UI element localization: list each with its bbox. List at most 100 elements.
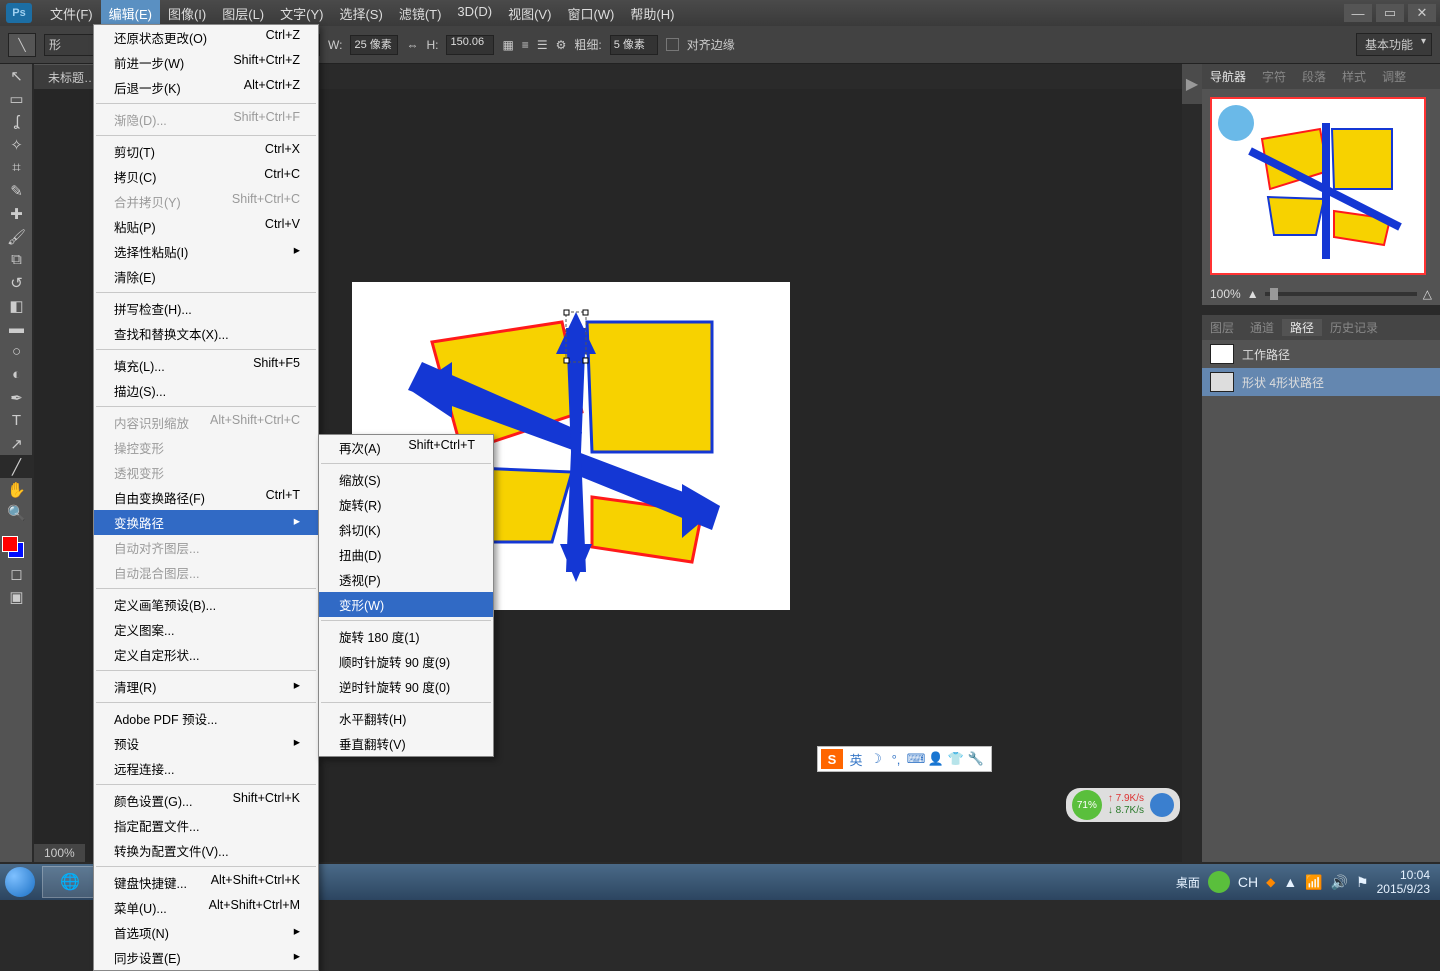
layer-tab-2[interactable]: 路径 — [1282, 319, 1322, 336]
transform-item-0[interactable]: 再次(A)Shift+Ctrl+T — [319, 435, 493, 460]
eraser-tool-icon[interactable]: ◧ — [0, 294, 33, 317]
stamp-tool-icon[interactable]: ⧉ — [0, 248, 33, 271]
edit-menu-item-35[interactable]: 远程连接... — [94, 756, 318, 781]
nav-tab-0[interactable]: 导航器 — [1202, 68, 1254, 85]
start-button[interactable] — [0, 864, 40, 900]
blur-tool-icon[interactable]: ○ — [0, 340, 33, 363]
transform-item-3[interactable]: 旋转(R) — [319, 492, 493, 517]
crop-tool-icon[interactable]: ⌗ — [0, 156, 33, 179]
path-select-tool-icon[interactable]: ↗ — [0, 432, 33, 455]
edit-menu-item-39[interactable]: 转换为配置文件(V)... — [94, 838, 318, 863]
transform-item-10[interactable]: 顺时针旋转 90 度(9) — [319, 649, 493, 674]
close-button[interactable]: ✕ — [1408, 4, 1436, 22]
path-ops-icon[interactable]: ▦ — [502, 38, 513, 52]
edit-menu-item-28[interactable]: 定义图案... — [94, 617, 318, 642]
ime-punct-icon[interactable]: °, — [886, 749, 906, 769]
minimize-button[interactable]: — — [1344, 4, 1372, 22]
edit-menu-item-11[interactable]: 清除(E) — [94, 264, 318, 289]
zoom-out-icon[interactable]: ▲ — [1247, 287, 1259, 301]
zoom-tool-icon[interactable]: 🔍 — [0, 501, 33, 524]
edit-menu-item-22[interactable]: 自由变换路径(F)Ctrl+T — [94, 485, 318, 510]
navigator-thumbnail[interactable] — [1210, 97, 1426, 275]
marquee-tool-icon[interactable]: ▭ — [0, 87, 33, 110]
tray-clock[interactable]: 10:04 2015/9/23 — [1377, 868, 1430, 896]
weight-input[interactable]: 5 像素 — [610, 35, 658, 55]
edit-menu-item-38[interactable]: 指定配置文件... — [94, 813, 318, 838]
edit-menu-item-44[interactable]: 同步设置(E) — [94, 945, 318, 970]
play-action-icon[interactable]: ▶ — [1182, 64, 1202, 104]
edit-menu-item-0[interactable]: 还原状态更改(O)Ctrl+Z — [94, 25, 318, 50]
width-input[interactable]: 25 像素 — [350, 35, 398, 55]
edit-menu-item-31[interactable]: 清理(R) — [94, 674, 318, 699]
tray-net-icon[interactable]: 📶 — [1305, 874, 1322, 891]
height-input[interactable]: 150.06 — [446, 35, 494, 55]
menu-6[interactable]: 滤镜(T) — [391, 0, 450, 27]
edit-menu-item-23[interactable]: 变换路径 — [94, 510, 318, 535]
edit-menu-item-16[interactable]: 填充(L)...Shift+F5 — [94, 353, 318, 378]
tray-volume-icon[interactable]: 🔊 — [1331, 874, 1348, 891]
menu-0[interactable]: 文件(F) — [42, 0, 101, 27]
transform-item-11[interactable]: 逆时针旋转 90 度(0) — [319, 674, 493, 699]
wand-tool-icon[interactable]: ✧ — [0, 133, 33, 156]
edit-menu-item-33[interactable]: Adobe PDF 预设... — [94, 706, 318, 731]
edit-menu-item-41[interactable]: 键盘快捷键...Alt+Shift+Ctrl+K — [94, 870, 318, 895]
eyedropper-tool-icon[interactable]: ✎ — [0, 179, 33, 202]
nav-tab-2[interactable]: 段落 — [1294, 68, 1334, 85]
ime-shirt-icon[interactable]: 👕 — [946, 749, 966, 769]
edit-menu-item-27[interactable]: 定义画笔预设(B)... — [94, 592, 318, 617]
menu-5[interactable]: 选择(S) — [331, 0, 390, 27]
edit-menu-item-7[interactable]: 拷贝(C)Ctrl+C — [94, 164, 318, 189]
transform-item-13[interactable]: 水平翻转(H) — [319, 706, 493, 731]
ime-wrench-icon[interactable]: 🔧 — [966, 749, 986, 769]
edit-menu-item-1[interactable]: 前进一步(W)Shift+Ctrl+Z — [94, 50, 318, 75]
menu-8[interactable]: 视图(V) — [500, 0, 559, 27]
edit-menu-item-14[interactable]: 查找和替换文本(X)... — [94, 321, 318, 346]
fg-color-swatch[interactable] — [2, 536, 18, 552]
tray-orange-icon[interactable]: ◆ — [1266, 875, 1275, 889]
workspace-dropdown[interactable]: 基本功能 — [1356, 33, 1432, 56]
history-brush-tool-icon[interactable]: ↺ — [0, 271, 33, 294]
tray-action-icon[interactable]: ⚑ — [1356, 874, 1369, 891]
edit-menu-item-6[interactable]: 剪切(T)Ctrl+X — [94, 139, 318, 164]
menu-3[interactable]: 图层(L) — [214, 0, 272, 27]
healing-tool-icon[interactable]: ✚ — [0, 202, 33, 225]
edit-menu-item-2[interactable]: 后退一步(K)Alt+Ctrl+Z — [94, 75, 318, 100]
hand-tool-icon[interactable]: ✋ — [0, 478, 33, 501]
nav-tab-3[interactable]: 样式 — [1334, 68, 1374, 85]
layer-tab-0[interactable]: 图层 — [1202, 319, 1242, 336]
transform-item-9[interactable]: 旋转 180 度(1) — [319, 624, 493, 649]
path-row-1[interactable]: 形状 4形状路径 — [1202, 368, 1440, 396]
edit-menu-item-17[interactable]: 描边(S)... — [94, 378, 318, 403]
nav-tab-4[interactable]: 调整 — [1374, 68, 1414, 85]
ime-user-icon[interactable]: 👤 — [926, 749, 946, 769]
transform-item-14[interactable]: 垂直翻转(V) — [319, 731, 493, 756]
edit-menu-item-9[interactable]: 粘贴(P)Ctrl+V — [94, 214, 318, 239]
edit-menu-item-10[interactable]: 选择性粘贴(I) — [94, 239, 318, 264]
quickmask-icon[interactable]: ◻ — [0, 562, 33, 585]
link-icon[interactable]: ⇔ — [406, 38, 418, 52]
zoom-in-icon[interactable]: △ — [1423, 287, 1432, 301]
ime-keyboard-icon[interactable]: ⌨ — [906, 749, 926, 769]
path-align-icon[interactable]: ≡ — [522, 38, 529, 52]
edit-menu-item-43[interactable]: 首选项(N) — [94, 920, 318, 945]
nav-tab-1[interactable]: 字符 — [1254, 68, 1294, 85]
transform-item-7[interactable]: 变形(W) — [319, 592, 493, 617]
layer-tab-1[interactable]: 通道 — [1242, 319, 1282, 336]
menu-4[interactable]: 文字(Y) — [272, 0, 331, 27]
transform-item-5[interactable]: 扭曲(D) — [319, 542, 493, 567]
edit-menu-item-13[interactable]: 拼写检查(H)... — [94, 296, 318, 321]
edit-menu-item-37[interactable]: 颜色设置(G)...Shift+Ctrl+K — [94, 788, 318, 813]
ime-moon-icon[interactable]: ☽ — [866, 749, 886, 769]
maximize-button[interactable]: ▭ — [1376, 4, 1404, 22]
edit-menu-item-42[interactable]: 菜单(U)...Alt+Shift+Ctrl+M — [94, 895, 318, 920]
line-tool-icon[interactable]: ╲ — [8, 33, 36, 57]
task-browser-icon[interactable]: 🌐 — [42, 866, 98, 898]
menu-9[interactable]: 窗口(W) — [559, 0, 622, 27]
gear-icon[interactable]: ⚙ — [556, 38, 567, 52]
pen-tool-icon[interactable]: ✒ — [0, 386, 33, 409]
menu-10[interactable]: 帮助(H) — [622, 0, 682, 27]
ime-lang[interactable]: 英 — [846, 749, 866, 769]
move-tool-icon[interactable]: ↖ — [0, 64, 33, 87]
transform-item-2[interactable]: 缩放(S) — [319, 467, 493, 492]
show-desktop-label[interactable]: 桌面 — [1176, 874, 1200, 891]
